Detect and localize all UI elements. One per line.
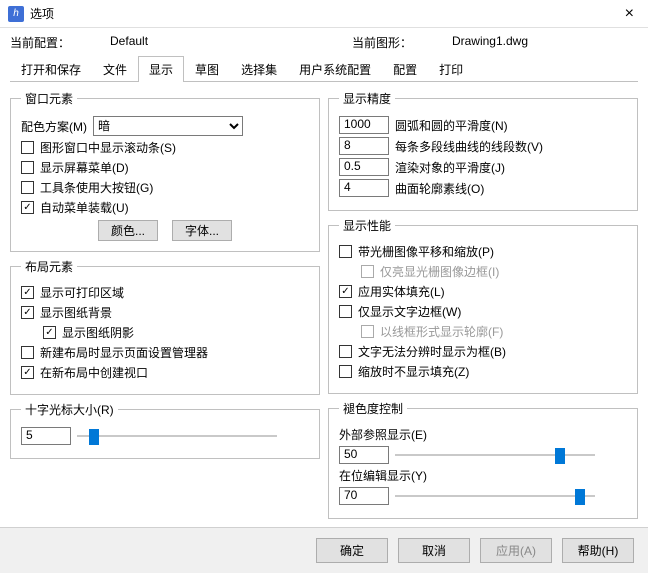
display-performance-group: 显示性能 带光栅图像平移和缩放(P) 仅亮显光栅图像边框(I) 应用实体填充(L… — [328, 217, 638, 394]
tab-显示[interactable]: 显示 — [138, 56, 184, 82]
window-elements-group: 窗口元素 配色方案(M) 暗 图形窗口中显示滚动条(S) 显示屏幕菜单(D) 工… — [10, 90, 320, 252]
color-scheme-label: 配色方案(M) — [21, 118, 87, 135]
crosshair-group: 十字光标大小(R) 5 — [10, 401, 320, 459]
fade-control-legend: 褪色度控制 — [339, 400, 407, 417]
layout-elements-group: 布局元素 显示可打印区域 显示图纸背景 显示图纸阴影 新建布局时显示页面设置管理… — [10, 258, 320, 395]
display-precision-legend: 显示精度 — [339, 90, 395, 107]
cb-text-frame[interactable] — [339, 305, 352, 318]
current-config-label: 当前配置： — [10, 34, 70, 51]
cb-no-fill-zoom[interactable] — [339, 365, 352, 378]
tab-配置[interactable]: 配置 — [382, 56, 428, 82]
seg-count-input[interactable]: 8 — [339, 137, 389, 155]
color-button[interactable]: 颜色... — [98, 220, 158, 241]
app-icon: h — [8, 6, 24, 22]
font-button[interactable]: 字体... — [172, 220, 232, 241]
tab-草图[interactable]: 草图 — [184, 56, 230, 82]
cb-screen-menu[interactable] — [21, 161, 34, 174]
arc-smooth-input[interactable]: 1000 — [339, 116, 389, 134]
cb-paper-bg[interactable] — [21, 306, 34, 319]
cb-page-setup[interactable] — [21, 346, 34, 359]
display-precision-group: 显示精度 1000圆弧和圆的平滑度(N) 8每条多段线曲线的线段数(V) 0.5… — [328, 90, 638, 211]
crosshair-input[interactable]: 5 — [21, 427, 71, 445]
current-drawing-label: 当前图形： — [352, 34, 412, 51]
cb-wireframe-sil — [361, 325, 374, 338]
help-button[interactable]: 帮助(H) — [562, 538, 634, 563]
layout-elements-legend: 布局元素 — [21, 258, 77, 275]
contour-input[interactable]: 4 — [339, 179, 389, 197]
render-smooth-input[interactable]: 0.5 — [339, 158, 389, 176]
cb-auto-menu[interactable] — [21, 201, 34, 214]
tab-打开和保存[interactable]: 打开和保存 — [10, 56, 92, 82]
xref-fade-slider[interactable] — [395, 446, 595, 464]
current-drawing-value: Drawing1.dwg — [452, 34, 528, 51]
cb-highlight-raster — [361, 265, 374, 278]
cb-new-viewport[interactable] — [21, 366, 34, 379]
current-config-value: Default — [110, 34, 148, 51]
tab-打印[interactable]: 打印 — [428, 56, 474, 82]
apply-button[interactable]: 应用(A) — [480, 538, 552, 563]
cb-large-buttons[interactable] — [21, 181, 34, 194]
tab-用户系统配置[interactable]: 用户系统配置 — [288, 56, 382, 82]
cb-scrollbars[interactable] — [21, 141, 34, 154]
tab-选择集[interactable]: 选择集 — [230, 56, 288, 82]
inplace-fade-label: 在位编辑显示(Y) — [339, 467, 427, 484]
display-performance-legend: 显示性能 — [339, 217, 395, 234]
crosshair-label: 十字光标大小(R) — [21, 401, 118, 418]
inplace-fade-input[interactable]: 70 — [339, 487, 389, 505]
fade-control-group: 褪色度控制 外部参照显示(E) 50 在位编辑显示(Y) 70 — [328, 400, 638, 519]
cb-raster-pan[interactable] — [339, 245, 352, 258]
color-scheme-select[interactable]: 暗 — [93, 116, 243, 136]
cancel-button[interactable]: 取消 — [398, 538, 470, 563]
cb-printable[interactable] — [21, 286, 34, 299]
inplace-fade-slider[interactable] — [395, 487, 595, 505]
ok-button[interactable]: 确定 — [316, 538, 388, 563]
cb-text-unresolved[interactable] — [339, 345, 352, 358]
close-icon[interactable]: × — [619, 5, 640, 23]
window-elements-legend: 窗口元素 — [21, 90, 77, 107]
cb-solid-fill[interactable] — [339, 285, 352, 298]
tab-文件[interactable]: 文件 — [92, 56, 138, 82]
xref-fade-label: 外部参照显示(E) — [339, 426, 427, 443]
xref-fade-input[interactable]: 50 — [339, 446, 389, 464]
crosshair-slider[interactable] — [77, 427, 277, 445]
window-title: 选项 — [30, 5, 54, 22]
cb-paper-shadow[interactable] — [43, 326, 56, 339]
